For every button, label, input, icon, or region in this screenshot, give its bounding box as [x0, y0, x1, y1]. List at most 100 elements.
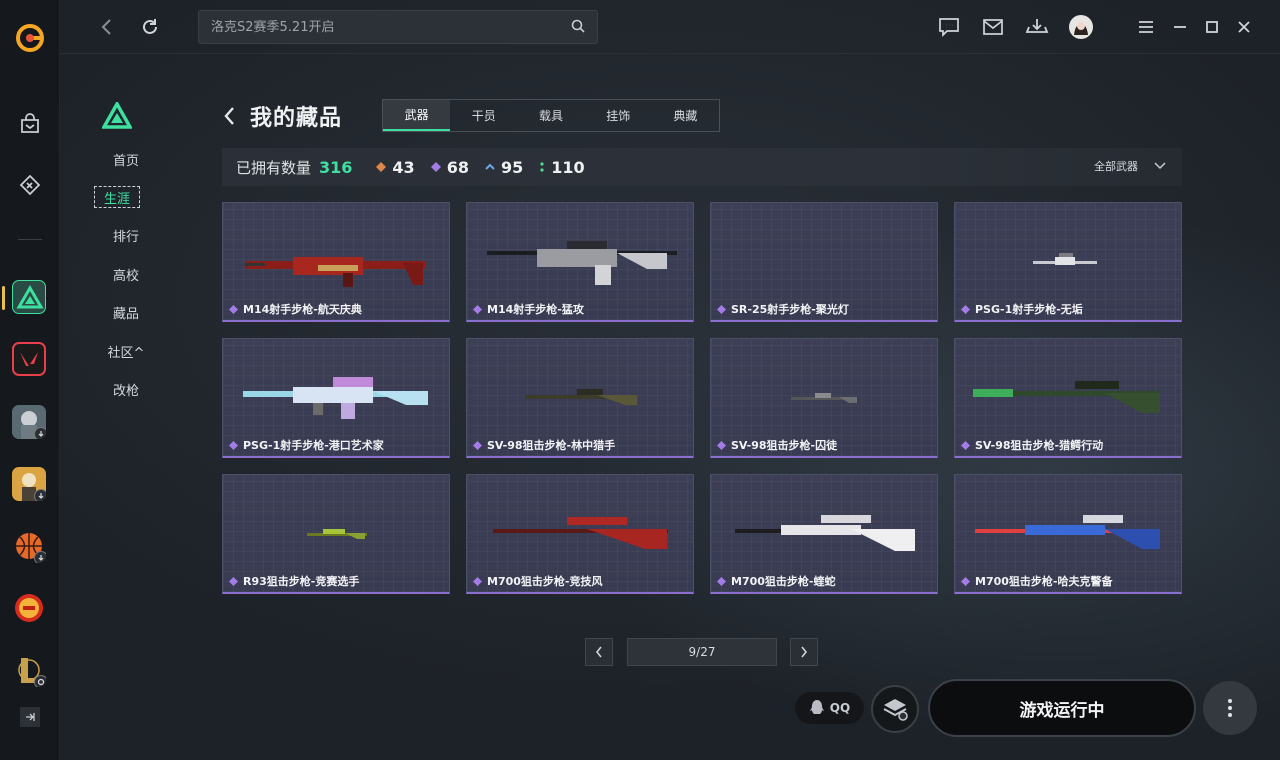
- owned-label: 已拥有数量: [236, 158, 312, 177]
- purple-diamond-icon: [229, 576, 238, 586]
- avatar[interactable]: [1068, 14, 1094, 40]
- refresh-button[interactable]: [139, 16, 161, 38]
- game-league-icon[interactable]: [12, 653, 46, 687]
- rail-divider: [18, 239, 42, 240]
- weapon-image: [711, 213, 937, 303]
- ownership-stats-bar: 已拥有数量 316 43 68 95 110 全部武器: [222, 148, 1182, 186]
- tab-classics[interactable]: 典藏: [652, 100, 719, 131]
- weapon-card[interactable]: M14射手步枪-航天庆典: [222, 202, 450, 322]
- download-manager-icon[interactable]: [1024, 14, 1050, 40]
- purple-diamond-icon: [473, 440, 482, 450]
- subnav-ranking[interactable]: 排行: [104, 224, 148, 246]
- search-icon[interactable]: [571, 18, 585, 37]
- delta-force-logo-icon: [101, 100, 133, 130]
- weapon-card[interactable]: SV-98狙击步枪-猎鳄行动: [954, 338, 1182, 458]
- subnav-community[interactable]: 社区^: [104, 340, 148, 362]
- weapon-image: [735, 515, 915, 551]
- purple-diamond-icon: [229, 304, 238, 314]
- weapon-name: M14射手步枪-猛攻: [487, 303, 584, 316]
- game-valorant-icon[interactable]: [12, 342, 46, 376]
- weapon-card[interactable]: R93狙击步枪-竞赛选手: [222, 474, 450, 594]
- tab-vehicles[interactable]: 载具: [517, 100, 584, 131]
- tab-operators[interactable]: 干员: [450, 100, 517, 131]
- subnav-collection[interactable]: 藏品: [104, 301, 148, 323]
- qq-label: QQ: [829, 701, 851, 715]
- message-icon[interactable]: [936, 14, 962, 40]
- purple-diamond-icon: [229, 440, 238, 450]
- game-basketball-icon[interactable]: [12, 529, 46, 563]
- maximize-icon[interactable]: [1200, 14, 1224, 40]
- back-button[interactable]: [96, 16, 118, 38]
- green-dots-icon: [540, 162, 544, 172]
- tab-weapons[interactable]: 武器: [383, 100, 451, 131]
- purple-diamond-icon: [961, 304, 970, 314]
- download-icon: [34, 427, 46, 439]
- minimize-icon[interactable]: [1168, 14, 1192, 40]
- subnav-gun-mod[interactable]: 改枪: [104, 378, 148, 400]
- subnav-college[interactable]: 高校: [104, 263, 148, 285]
- close-icon[interactable]: [1232, 14, 1256, 40]
- weapon-image: [307, 529, 367, 539]
- weapon-filter-dropdown[interactable]: 全部武器: [1094, 158, 1166, 174]
- rarity-orange-count: 43: [392, 157, 415, 177]
- chevron-right-icon: [801, 646, 808, 658]
- orange-diamond-icon: [376, 162, 387, 172]
- weapon-card[interactable]: SV-98狙击步枪-囚徒: [710, 338, 938, 458]
- shop-icon[interactable]: [14, 108, 46, 140]
- weapon-card[interactable]: M700狙击步枪-蝰蛇: [710, 474, 938, 594]
- filter-label: 全部武器: [1094, 160, 1138, 173]
- weapon-name: PSG-1射手步枪-港口艺术家: [243, 439, 384, 452]
- weapon-name: SV-98狙击步枪-囚徒: [731, 439, 838, 452]
- rarity-green-count: 110: [551, 157, 585, 177]
- page-prev-button[interactable]: [585, 638, 613, 666]
- game-running-button[interactable]: 游戏运行中: [928, 679, 1196, 737]
- weapon-image: [487, 241, 677, 285]
- qq-login-button[interactable]: QQ: [795, 692, 864, 724]
- more-options-button[interactable]: [1203, 681, 1257, 735]
- purple-diamond-icon: [717, 440, 726, 450]
- game-pubg-mobile-icon[interactable]: [12, 405, 46, 439]
- collection-tabs: 武器 干员 载具 挂饰 典藏: [382, 99, 720, 132]
- subnav-career[interactable]: 生涯: [94, 186, 140, 208]
- weapon-name: M700狙击步枪-哈夫克警备: [975, 575, 1113, 588]
- weapon-card[interactable]: SR-25射手步枪-聚光灯: [710, 202, 938, 322]
- weapon-card[interactable]: M700狙击步枪-竞技风: [466, 474, 694, 594]
- purple-diamond-icon: [473, 304, 482, 314]
- menu-icon[interactable]: [1134, 14, 1158, 40]
- weapon-card[interactable]: SV-98狙击步枪-林中猎手: [466, 338, 694, 458]
- weapon-card[interactable]: PSG-1射手步枪-港口艺术家: [222, 338, 450, 458]
- purple-diamond-icon: [473, 576, 482, 586]
- update-icon: [34, 675, 46, 687]
- rarity-blue: 95: [485, 158, 523, 177]
- page-next-button[interactable]: [790, 638, 818, 666]
- game-delta-force-icon[interactable]: [12, 280, 46, 314]
- qq-icon: [809, 700, 824, 714]
- weapon-card[interactable]: PSG-1射手步枪-无垢: [954, 202, 1182, 322]
- purple-diamond-icon: [430, 162, 441, 172]
- download-icon: [34, 489, 46, 501]
- weapon-image: [973, 381, 1160, 413]
- purple-diamond-icon: [717, 576, 726, 586]
- weapon-card[interactable]: M14射手步枪-猛攻: [466, 202, 694, 322]
- mail-icon[interactable]: [980, 14, 1006, 40]
- weapon-name: PSG-1射手步枪-无垢: [975, 303, 1083, 316]
- game-library-button[interactable]: [871, 685, 919, 733]
- page-back-icon[interactable]: [222, 104, 244, 128]
- weapon-name: SR-25射手步枪-聚光灯: [731, 303, 849, 316]
- collapse-rail-icon[interactable]: [20, 707, 40, 727]
- subnav-home[interactable]: 首页: [104, 148, 148, 170]
- search-input[interactable]: [211, 19, 571, 35]
- gamepad-icon[interactable]: [14, 169, 46, 201]
- weapon-name: M14射手步枪-航天庆典: [243, 303, 362, 316]
- app-logo-icon[interactable]: [14, 22, 46, 54]
- active-indicator: [2, 286, 5, 310]
- chevron-down-icon: [1154, 162, 1166, 170]
- weapon-image: [1033, 253, 1097, 265]
- game-crossfire-icon[interactable]: [12, 591, 46, 625]
- weapon-card[interactable]: M700狙击步枪-哈夫克警备: [954, 474, 1182, 594]
- game-pubg-icon[interactable]: [12, 467, 46, 501]
- purple-diamond-icon: [961, 576, 970, 586]
- owned-total: 316: [319, 157, 353, 177]
- weapon-name: M700狙击步枪-蝰蛇: [731, 575, 836, 588]
- tab-charms[interactable]: 挂饰: [585, 100, 652, 131]
